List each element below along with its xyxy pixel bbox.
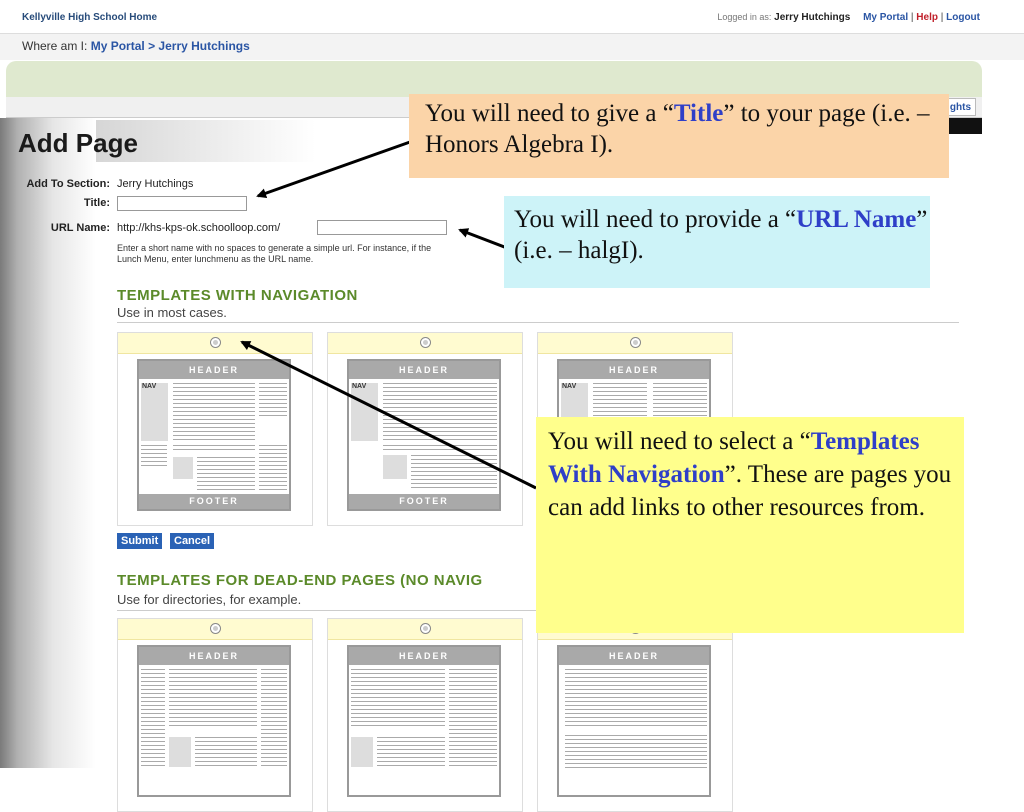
template-preview: HEADER NAV FOOTER [137,359,291,511]
preview-content [197,457,255,491]
help-line-1: Enter a short name with no spaces to gen… [117,243,432,253]
header-banner [6,61,982,97]
preview-footer: FOOTER [139,494,289,509]
templates-nav-subtitle: Use in most cases. [117,305,227,320]
preview-sidebar [259,383,287,419]
url-label: URL Name: [50,222,110,234]
radio-bar [118,619,312,640]
preview-content [169,669,257,729]
preview-header: HEADER [349,647,499,665]
template-card-nav-1[interactable]: HEADER NAV FOOTER [117,332,313,526]
separator: | [910,12,914,23]
breadcrumb-separator: > [148,39,156,53]
preview-header: HEADER [559,647,709,665]
preview-content [411,455,497,491]
help-link[interactable]: Help [916,12,938,23]
url-prefix: http://khs-kps-ok.schoolloop.com/ [117,222,281,234]
breadcrumb-user[interactable]: Jerry Hutchings [158,39,249,53]
preview-image [383,455,407,479]
divider [117,322,959,323]
template-radio[interactable] [209,337,221,348]
template-card-deadend-1[interactable]: HEADER [117,618,313,812]
title-input[interactable] [117,196,247,211]
preview-content [173,445,255,453]
breadcrumb-label: Where am I: [22,39,88,53]
callout-keyword: Title [673,100,724,127]
callout-text: You will need to give a “ [425,100,674,127]
section-label: Add To Section: [26,178,110,190]
preview-footer: FOOTER [349,494,499,509]
template-preview: HEADER [137,645,291,797]
preview-header: HEADER [139,647,289,665]
templates-deadend-title: TEMPLATES FOR DEAD-END PAGES (NO NAVIG [117,572,483,589]
login-area: Logged in as: Jerry Hutchings My Portal … [717,12,980,23]
user-name: Jerry Hutchings [774,12,851,23]
school-home-link[interactable]: Kellyville High School Home [22,12,157,23]
preview-content [351,669,445,729]
page-title: Add Page [18,128,138,158]
url-name-input[interactable] [317,220,447,235]
template-radio[interactable] [209,623,221,634]
preview-header: HEADER [349,361,499,379]
preview-header: HEADER [139,361,289,379]
preview-content [377,737,445,767]
preview-content [383,383,497,441]
separator: | [940,12,944,23]
preview-sidebar [141,669,165,769]
radio-bar [118,333,312,354]
template-radio[interactable] [419,623,431,634]
preview-content [195,737,257,767]
section-value: Jerry Hutchings [117,178,194,190]
preview-nav: NAV [141,383,168,441]
template-preview: HEADER NAV FOOTER [347,359,501,511]
preview-content [141,445,167,467]
preview-sidebar [259,445,287,491]
my-portal-link[interactable]: My Portal [863,12,908,23]
template-card-deadend-2[interactable]: HEADER [327,618,523,812]
template-card-nav-2[interactable]: HEADER NAV FOOTER [327,332,523,526]
radio-bar [328,333,522,354]
callout-templates: You will need to select a “Templates Wit… [536,417,964,633]
preview-content [383,445,497,451]
template-radio[interactable] [629,337,641,348]
callout-url-name: You will need to provide a “URL Name” (i… [504,196,930,288]
callout-title: You will need to give a “Title” to your … [409,94,949,178]
preview-content [565,735,707,771]
callout-text: You will need to provide a “ [514,206,797,233]
submit-button[interactable]: Submit [117,533,163,549]
template-preview: HEADER [557,645,711,797]
help-line-2: Lunch Menu, enter lunchmenu as the URL n… [117,254,314,264]
callout-keyword: URL Name [796,206,917,233]
template-card-deadend-3[interactable]: HEADER [537,618,733,812]
preview-content [173,383,255,441]
template-radio[interactable] [419,337,431,348]
preview-header: HEADER [559,361,709,379]
radio-bar [538,333,732,354]
preview-content [565,669,707,729]
templates-deadend-subtitle: Use for directories, for example. [117,592,302,607]
url-help-text: Enter a short name with no spaces to gen… [117,243,537,265]
preview-image [173,457,193,479]
cancel-button[interactable]: Cancel [170,533,215,549]
template-preview: HEADER [347,645,501,797]
radio-bar [328,619,522,640]
breadcrumb: Where am I: My Portal > Jerry Hutchings [22,39,250,53]
logged-in-label: Logged in as: [717,12,772,22]
preview-nav: NAV [351,383,378,441]
breadcrumb-my-portal[interactable]: My Portal [91,39,145,53]
preview-image [169,737,191,767]
preview-sidebar [261,669,287,769]
preview-image [351,737,373,767]
left-shadow [0,118,96,768]
title-label: Title: [83,197,110,209]
templates-nav-title: TEMPLATES WITH NAVIGATION [117,287,358,304]
logout-link[interactable]: Logout [946,12,980,23]
preview-sidebar [449,669,497,769]
callout-text: You will need to select a “ [548,428,811,455]
